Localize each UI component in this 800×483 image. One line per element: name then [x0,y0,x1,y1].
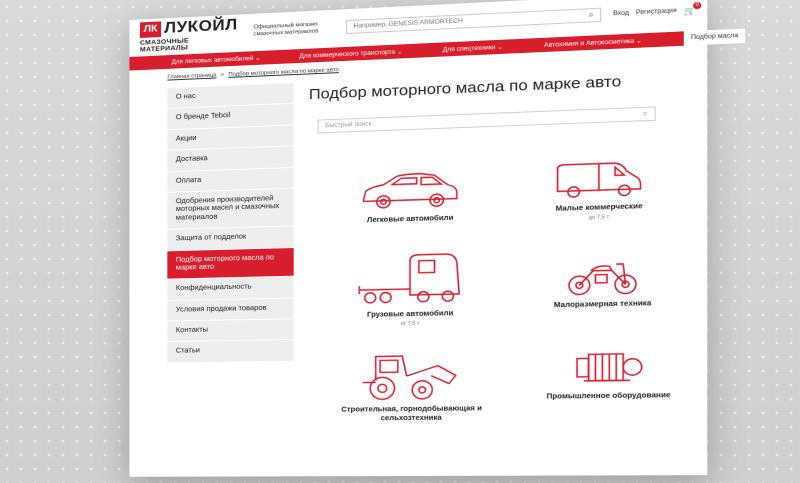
category-subtitle: от 7,5 т [400,320,420,328]
sidebar-item-privacy[interactable]: Конфиденциальность [167,276,294,301]
category-small-machinery[interactable]: Малоразмерная техника [534,255,672,311]
website-page: ЛК ЛУКОЙЛ СМАЗОЧНЫЕ МАТЕРИАЛЫ Официальны… [129,0,746,477]
login-link[interactable]: Вход [613,10,629,17]
quick-search-input[interactable]: Быстрый поиск ⌕ [317,106,656,134]
stage: ЛК ЛУКОЙЛ СМАЗОЧНЫЕ МАТЕРИАЛЫ Официальны… [0,0,800,483]
nav-item-commercial[interactable]: Для коммерческого транспорта ⌄ [299,48,402,60]
shop-tagline: Официальный магазин смазочных материалов [253,21,319,38]
category-title: Малоразмерная техника [553,300,652,310]
logo-text: ЛУКОЙЛ [164,16,238,37]
category-trucks[interactable]: Грузовые автомобили от 7,5 т [344,249,477,328]
breadcrumb-current[interactable]: Подбор моторного масла по марке авто [228,67,338,78]
motor-icon [570,347,646,389]
cart-badge: 0 [693,1,702,9]
page-title: Подбор моторного масла по марке авто [308,73,622,104]
register-link[interactable]: Регистрация [636,8,677,16]
van-icon [553,158,645,202]
sidebar-item-oil-selection[interactable]: Подбор моторного масла по марке авто [167,247,294,280]
quick-search-placeholder: Быстрый поиск [325,121,372,130]
category-passenger-cars[interactable]: Легковые автомобили [344,166,477,226]
nav-item-passenger[interactable]: Для легковых автомобилей ⌄ [172,54,261,65]
category-construction[interactable]: Строительная, горнодобывающая и сельхозт… [339,345,483,424]
sidebar-menu: О нас О бренде Teboil Акции Доставка Опл… [167,82,294,364]
cart-icon[interactable]: 🛒 0 [684,1,702,15]
category-small-commercial[interactable]: Малые коммерческие до 7,5 т [536,157,663,222]
sidebar-item-contacts[interactable]: Контакты [167,319,294,343]
truck-icon [355,250,466,309]
loader-icon [354,345,469,403]
nav-item-oil-selection[interactable]: Подбор масла [683,28,746,46]
search-icon[interactable]: ⌕ [642,109,647,119]
sidebar-item-terms[interactable]: Условия продажи товаров [167,298,294,322]
breadcrumb: Главная страница > Подбор моторного масл… [167,67,338,80]
logo-mark: ЛК [139,20,162,38]
category-subtitle: до 7,5 т [588,214,610,222]
site-search-input[interactable]: Например, GENESIS ARMORTECH ⌕ [346,7,602,35]
lukoil-logo[interactable]: ЛК ЛУКОЙЛ СМАЗОЧНЫЕ МАТЕРИАЛЫ [139,16,239,53]
breadcrumb-separator: > [220,72,225,79]
motorcycle-icon [566,255,640,297]
category-title: Строительная, горнодобывающая и сельхозт… [341,405,482,423]
category-title: Легковые автомобили [366,214,454,225]
nav-item-autochem[interactable]: Автохимия и Автокосметика ⌄ [544,37,642,49]
category-title: Промышленное оборудование [546,392,671,401]
breadcrumb-home[interactable]: Главная страница [167,73,216,81]
search-icon[interactable]: ⌕ [588,10,593,20]
nav-item-special[interactable]: Для спецтехники ⌄ [443,43,503,53]
sidebar-item-approvals[interactable]: Одобрения производителей моторных масел … [167,188,294,230]
category-title: Грузовые автомобили [367,310,454,319]
car-icon [359,166,461,213]
category-industrial[interactable]: Промышленное оборудование [534,347,684,402]
site-search-placeholder: Например, GENESIS ARMORTECH [353,18,463,30]
sidebar-item-articles[interactable]: Статьи [167,340,294,364]
